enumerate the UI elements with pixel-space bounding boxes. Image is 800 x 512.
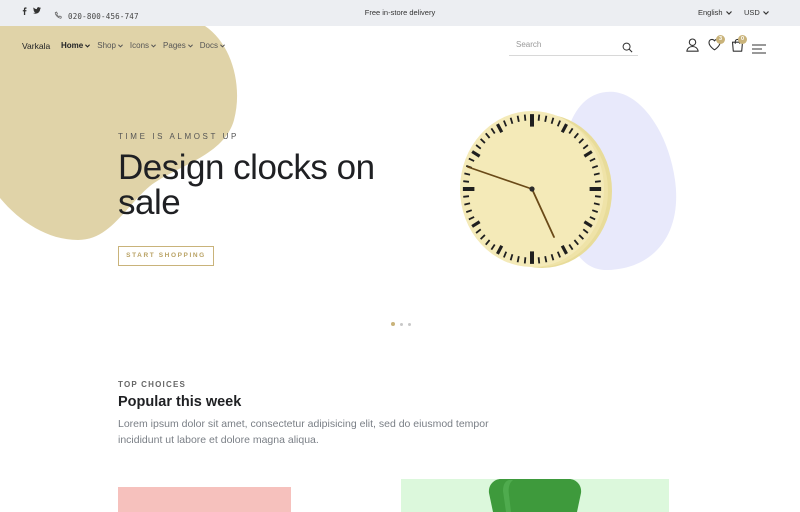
search-input[interactable] (516, 40, 616, 49)
clock-tick (464, 172, 471, 176)
menu-icon[interactable] (752, 41, 766, 59)
facebook-icon[interactable] (22, 7, 27, 15)
phone-number: 020-800-456-747 (68, 11, 139, 21)
clock-tick (463, 195, 470, 198)
clock-tick (516, 255, 520, 263)
nav-item-icons[interactable]: Icons (130, 41, 156, 50)
product-card-image[interactable] (401, 479, 669, 512)
start-shopping-button[interactable]: START SHOPPING (118, 246, 214, 266)
slider-dot[interactable] (391, 322, 395, 326)
chevron-down-icon (151, 41, 156, 50)
nav-label: Home (61, 41, 84, 50)
chevron-down-icon (725, 8, 732, 17)
twitter-icon[interactable] (33, 7, 41, 15)
nav-label: Docs (199, 41, 218, 50)
clock-tick (544, 115, 548, 123)
nav-item-pages[interactable]: Pages (163, 41, 193, 50)
clock-tick (537, 114, 541, 121)
clock-tick (537, 257, 541, 264)
social-links (22, 7, 41, 15)
chevron-down-icon (117, 41, 123, 50)
clock-tick (594, 180, 601, 183)
clock-image (460, 111, 612, 268)
bottle-image (488, 479, 582, 512)
nav-item-home[interactable]: Home (61, 41, 91, 50)
search-box (509, 37, 638, 56)
slider-dot[interactable] (408, 322, 411, 326)
promo-text: Free in-store delivery (364, 8, 436, 17)
clock-tick (593, 172, 600, 176)
clock-tick (593, 202, 600, 206)
main-nav: Home Shop Icons Pages Docs (61, 41, 225, 50)
chevron-down-icon (220, 41, 225, 50)
clock-tick (463, 180, 470, 183)
phone-contact[interactable]: 020-800-456-747 (54, 7, 139, 25)
phone-icon (54, 7, 63, 25)
currency-label: USD (744, 8, 760, 17)
nav-label: Pages (163, 41, 186, 50)
clock-tick (516, 115, 520, 123)
language-selector[interactable]: English (698, 8, 732, 17)
section-description: Lorem ipsum dolor sit amet, consectetur … (118, 418, 489, 446)
chevron-down-icon (762, 8, 769, 17)
hero-slider-dots (391, 322, 411, 326)
logo[interactable]: Varkala (22, 41, 50, 51)
top-bar: 020-800-456-747 Free in-store delivery E… (0, 0, 800, 26)
slider-dot[interactable] (400, 322, 403, 326)
chevron-down-icon (187, 41, 193, 50)
language-label: English (698, 8, 723, 17)
clock-tick (464, 202, 471, 206)
hero-title: Design clocks on sale (118, 148, 375, 222)
user-icon[interactable] (686, 38, 699, 57)
product-card-image[interactable] (118, 487, 291, 512)
clock-tick (594, 195, 601, 198)
hero-eyebrow: TIME IS ALMOST UP (118, 132, 239, 141)
nav-label: Shop (97, 41, 116, 50)
wishlist-count-badge: 3 (716, 35, 725, 44)
search-icon[interactable] (622, 40, 633, 58)
section-title: Popular this week (118, 394, 242, 410)
nav-item-docs[interactable]: Docs (200, 41, 225, 50)
chevron-down-icon (85, 41, 91, 50)
currency-selector[interactable]: USD (744, 8, 769, 17)
cart-count-badge: 0 (738, 35, 747, 44)
clock-tick (523, 114, 527, 121)
clock-tick (523, 257, 527, 264)
section-kicker: TOP CHOICES (118, 380, 187, 389)
nav-label: Icons (129, 41, 150, 50)
nav-item-shop[interactable]: Shop (97, 41, 123, 50)
clock-tick (544, 255, 548, 263)
